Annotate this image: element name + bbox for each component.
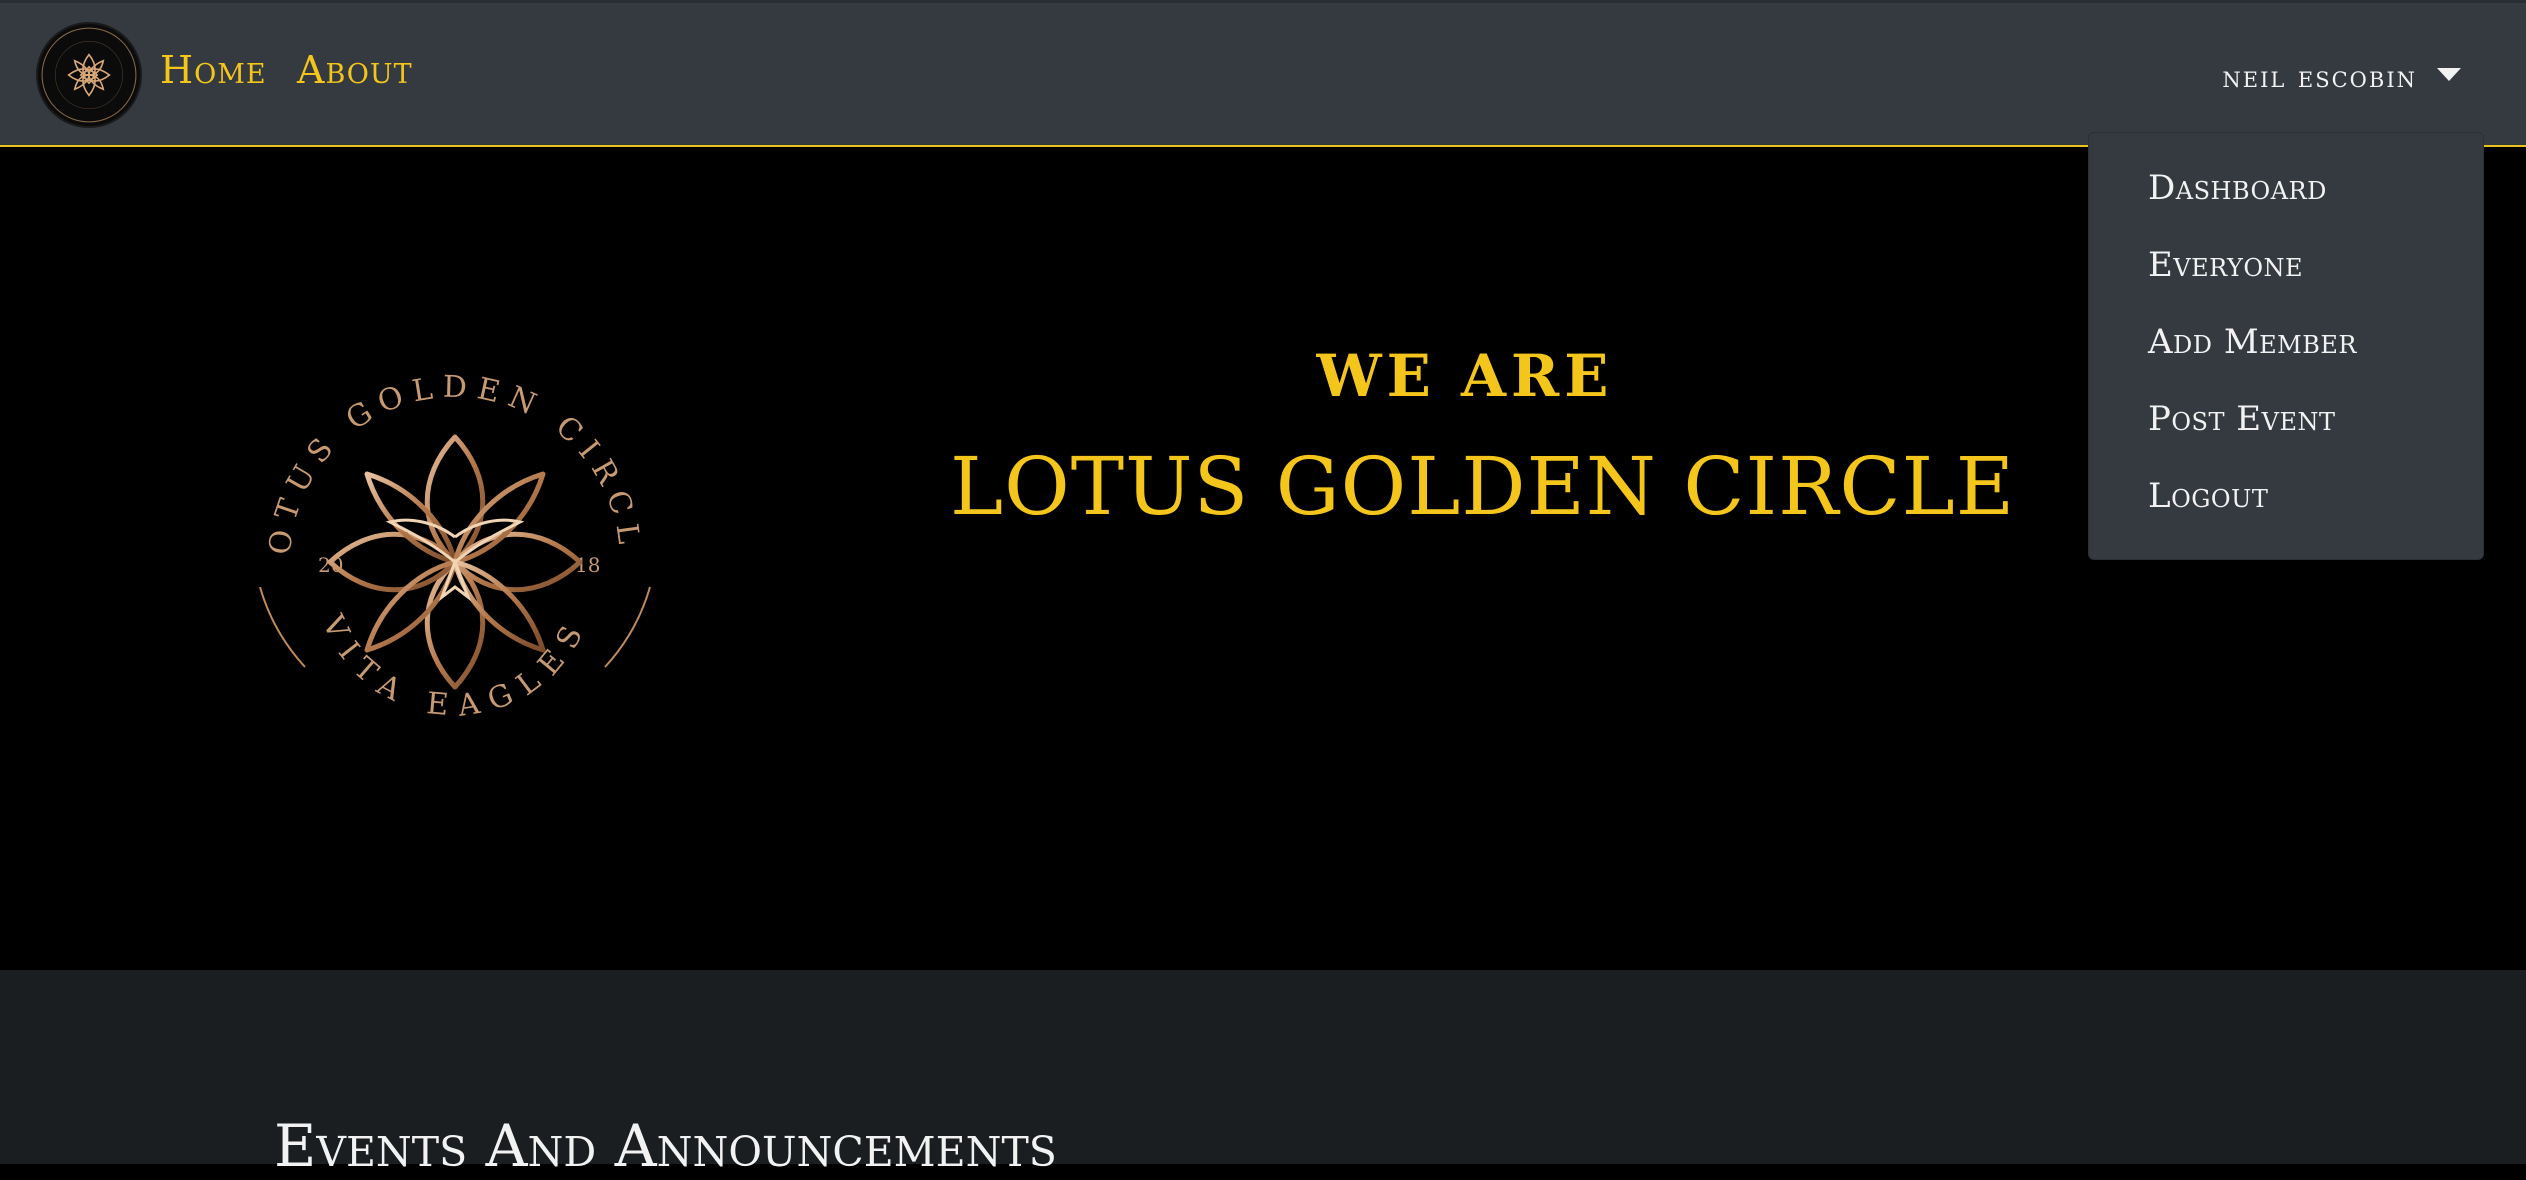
dropdown-item-dashboard[interactable]: Dashboard — [2089, 171, 2483, 248]
user-dropdown-menu: Dashboard Everyone Add Member Post Event… — [2088, 132, 2484, 560]
navbar: Home About neil escobin — [0, 0, 2526, 147]
dropdown-item-logout[interactable]: Logout — [2089, 479, 2483, 556]
svg-text:VITA EAGLES: VITA EAGLES — [314, 609, 595, 724]
dropdown-item-add-member[interactable]: Add Member — [2089, 325, 2483, 402]
lotus-emblem-icon: LOTUS GOLDEN CIRCLE VITA EAGLES 20 18 — [230, 337, 680, 787]
nav-about-link[interactable]: About — [297, 51, 413, 89]
events-heading: Events And Announcements — [274, 1112, 1057, 1180]
nav-home-link[interactable]: Home — [160, 51, 267, 89]
dropdown-item-post-event[interactable]: Post Event — [2089, 402, 2483, 479]
caret-down-icon — [2437, 67, 2461, 81]
hero-title: LOTUS GOLDEN CIRCLE — [950, 440, 2016, 533]
events-section: Events And Announcements — [0, 970, 2526, 1175]
dropdown-item-everyone[interactable]: Everyone — [2089, 248, 2483, 325]
emblem-bottom-text: VITA EAGLES — [314, 609, 583, 724]
lotus-logo-icon[interactable] — [38, 24, 140, 126]
hero-kicker: WE ARE — [1316, 342, 1614, 410]
user-name: neil escobin — [2222, 60, 2417, 95]
user-menu-toggle[interactable]: neil escobin — [2222, 63, 2461, 93]
